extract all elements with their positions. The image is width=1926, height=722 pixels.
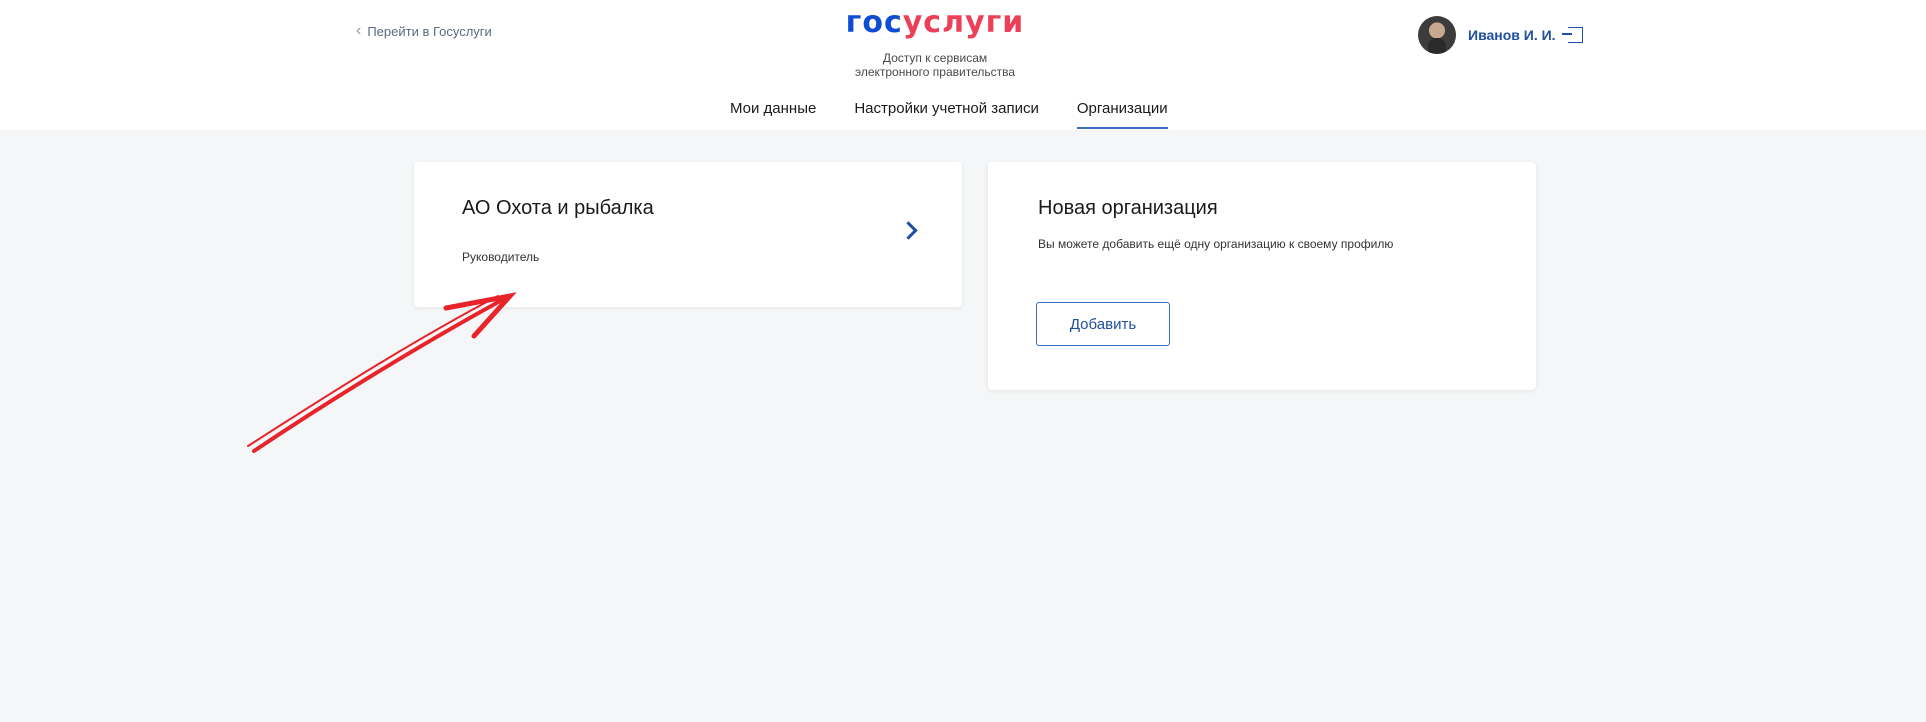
tagline: Доступ к сервисам электронного правитель… bbox=[800, 51, 1070, 79]
arrow-shaft-shadow bbox=[247, 295, 499, 447]
tagline-line2: электронного правительства bbox=[854, 65, 1016, 79]
chevron-left-icon: ‹ bbox=[356, 22, 362, 39]
organization-card[interactable]: АО Охота и рыбалка Руководитель bbox=[414, 162, 962, 307]
avatar[interactable] bbox=[1418, 16, 1456, 54]
tab-organizations[interactable]: Организации bbox=[1076, 100, 1168, 129]
gosuslugi-logo[interactable]: госуслуги bbox=[800, 5, 1070, 41]
organization-title: АО Охота и рыбалка bbox=[462, 197, 654, 219]
organization-role: Руководитель bbox=[462, 250, 540, 264]
new-organization-description: Вы можете добавить ещё одну организацию … bbox=[1038, 237, 1394, 251]
header: ‹ Перейти в Госуслуги госуслуги Доступ к… bbox=[0, 0, 1926, 130]
logo-block: госуслуги Доступ к сервисам электронного… bbox=[800, 5, 1070, 79]
new-organization-card: Новая организация Вы можете добавить ещё… bbox=[988, 162, 1536, 390]
user-box: Иванов И. И. bbox=[1418, 16, 1583, 54]
chevron-right-icon[interactable] bbox=[899, 221, 918, 240]
page: ‹ Перейти в Госуслуги госуслуги Доступ к… bbox=[0, 0, 1926, 722]
user-name[interactable]: Иванов И. И. bbox=[1468, 27, 1556, 43]
arrow-shaft bbox=[252, 298, 504, 453]
tab-account-settings[interactable]: Настройки учетной записи bbox=[854, 100, 1039, 129]
logout-icon[interactable] bbox=[1561, 27, 1583, 43]
new-organization-title: Новая организация bbox=[1038, 197, 1218, 219]
back-to-gosuslugi-link[interactable]: ‹ Перейти в Госуслуги bbox=[356, 23, 492, 39]
back-link-label: Перейти в Госуслуги bbox=[367, 23, 492, 39]
logo-part1: гос bbox=[845, 5, 903, 40]
logo-part2: услуги bbox=[902, 5, 1025, 40]
add-organization-button[interactable]: Добавить bbox=[1036, 302, 1170, 346]
tab-my-data[interactable]: Мои данные bbox=[730, 100, 816, 129]
tagline-line1: Доступ к сервисам bbox=[882, 51, 988, 65]
